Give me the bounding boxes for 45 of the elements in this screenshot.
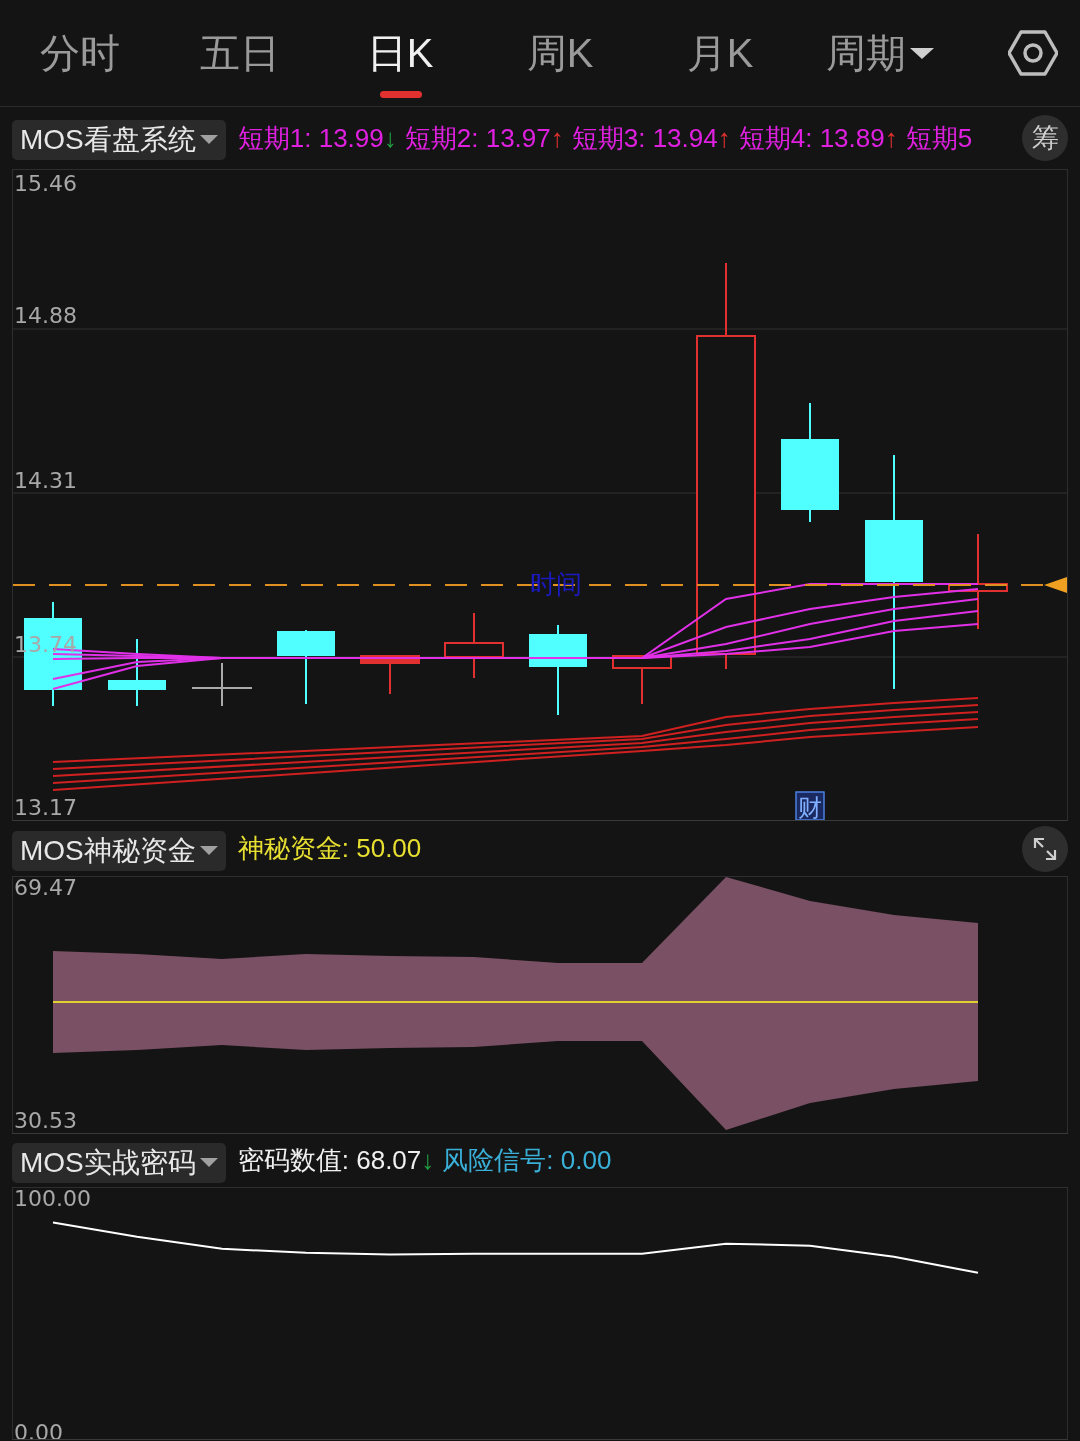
trend-arrow: ↑ (550, 122, 564, 154)
settings-icon[interactable] (1008, 28, 1058, 78)
indicator-value: 短期1: 13.99 (237, 121, 384, 155)
chip-button[interactable]: 筹 (1022, 115, 1068, 161)
axis-label: 14.88 (14, 303, 77, 328)
trend-arrow: ↓ (421, 1145, 435, 1176)
trend-arrow: ↑ (884, 122, 898, 154)
caret-icon (910, 46, 934, 60)
axis-label: 15.46 (14, 171, 77, 196)
indicator-value: 密码数值: 68.07 (237, 1144, 422, 1177)
tab[interactable]: 日K (320, 0, 480, 107)
caret-icon (199, 845, 218, 856)
candlestick (444, 612, 504, 679)
indicator-value: 短期4: 13.89 (738, 121, 885, 155)
tab[interactable]: 月K (640, 0, 800, 107)
expand-icon (1032, 835, 1058, 862)
indicator-value: 神秘资金: 50.00 (237, 832, 422, 865)
trend-arrow: ↑ (717, 122, 731, 154)
tab[interactable]: 周K (480, 0, 640, 107)
caret-icon (199, 1157, 218, 1168)
indicator-value: 短期2: 13.97 (404, 121, 551, 155)
finance-marker[interactable]: 财 (795, 791, 825, 820)
tab[interactable]: 分时 (0, 0, 160, 107)
indicator-value: 短期5 (905, 121, 973, 155)
axis-label: 14.31 (14, 468, 77, 493)
indicator-value: 风险信号: 0.00 (442, 1144, 612, 1177)
candlestick (191, 662, 253, 707)
expand-button[interactable] (1022, 825, 1068, 872)
candlestick (612, 655, 672, 705)
tab[interactable]: 周期 (800, 0, 960, 107)
indicator-dropdown[interactable]: MOS实战密码 (12, 1142, 226, 1183)
price-pointer-icon (1044, 577, 1067, 593)
indicator-value: 短期3: 13.94 (571, 121, 718, 155)
caret-icon (199, 135, 218, 145)
axis-label: 69.47 (14, 877, 77, 900)
trend-arrow: ↓ (383, 122, 397, 154)
axis-label: 100.00 (14, 1188, 91, 1212)
candlestick (108, 638, 166, 707)
axis-label: 13.17 (14, 795, 77, 820)
indicator-dropdown[interactable]: MOS神秘资金 (12, 830, 226, 871)
axis-label: 30.53 (14, 1108, 77, 1133)
tab[interactable]: 五日 (160, 0, 320, 107)
candlestick (360, 655, 420, 695)
axis-label: 0.00 (14, 1419, 63, 1439)
indicator-dropdown[interactable]: MOS看盘系统 (12, 120, 226, 160)
